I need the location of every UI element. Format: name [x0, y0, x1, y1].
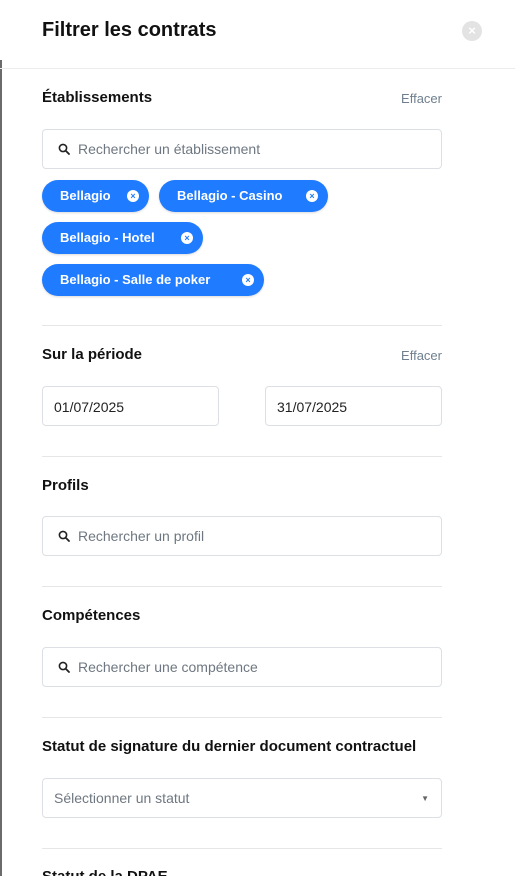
divider: [42, 456, 442, 457]
profil-search-placeholder: Rechercher un profil: [78, 528, 205, 544]
section-title-statut-dpae: Statut de la DPAE: [42, 868, 168, 876]
divider: [42, 848, 442, 849]
section-title-periode: Sur la période: [42, 346, 143, 363]
chip-label: Bellagio - Salle de poker: [60, 272, 211, 287]
divider: [42, 586, 442, 587]
remove-chip-icon[interactable]: ×: [242, 274, 254, 286]
clear-etablissements-link[interactable]: Effacer: [401, 91, 442, 106]
statut-select-placeholder: Sélectionner un statut: [54, 790, 190, 806]
chip-etablissement: Bellagio - Hotel ×: [42, 222, 203, 254]
chip-etablissement: Bellagio - Salle de poker ×: [42, 264, 264, 296]
underlying-page-edge: [0, 60, 2, 876]
search-icon: [58, 143, 70, 155]
competence-search-input[interactable]: Rechercher une compétence: [42, 647, 442, 687]
chevron-down-icon: ▼: [421, 794, 429, 803]
section-title-profils: Profils: [42, 477, 89, 494]
clear-periode-link[interactable]: Effacer: [401, 348, 442, 363]
section-title-etablissements: Établissements: [42, 89, 153, 106]
search-icon: [58, 661, 70, 673]
close-icon[interactable]: ×: [462, 21, 482, 41]
etablissement-search-placeholder: Rechercher un établissement: [78, 141, 261, 157]
remove-chip-icon[interactable]: ×: [127, 190, 139, 202]
chip-label: Bellagio - Casino: [177, 188, 283, 203]
divider: [42, 325, 442, 326]
profil-search-input[interactable]: Rechercher un profil: [42, 516, 442, 556]
panel-header: Filtrer les contrats ×: [0, 0, 515, 69]
start-date-input[interactable]: 01/07/2025: [42, 386, 219, 426]
panel-title: Filtrer les contrats: [42, 19, 217, 41]
end-date-input[interactable]: 31/07/2025: [265, 386, 442, 426]
chip-etablissement: Bellagio - Casino ×: [159, 180, 328, 212]
competence-search-placeholder: Rechercher une compétence: [78, 659, 258, 675]
statut-signature-select[interactable]: Sélectionner un statut ▼: [42, 778, 442, 818]
section-title-statut-signature: Statut de signature du dernier document …: [42, 738, 417, 755]
section-title-competences: Compétences: [42, 607, 141, 624]
chip-label: Bellagio - Hotel: [60, 230, 155, 245]
etablissement-search-input[interactable]: Rechercher un établissement: [42, 129, 442, 169]
chip-label: Bellagio: [60, 188, 111, 203]
remove-chip-icon[interactable]: ×: [181, 232, 193, 244]
remove-chip-icon[interactable]: ×: [306, 190, 318, 202]
search-icon: [58, 530, 70, 542]
divider: [42, 717, 442, 718]
chip-etablissement: Bellagio ×: [42, 180, 149, 212]
